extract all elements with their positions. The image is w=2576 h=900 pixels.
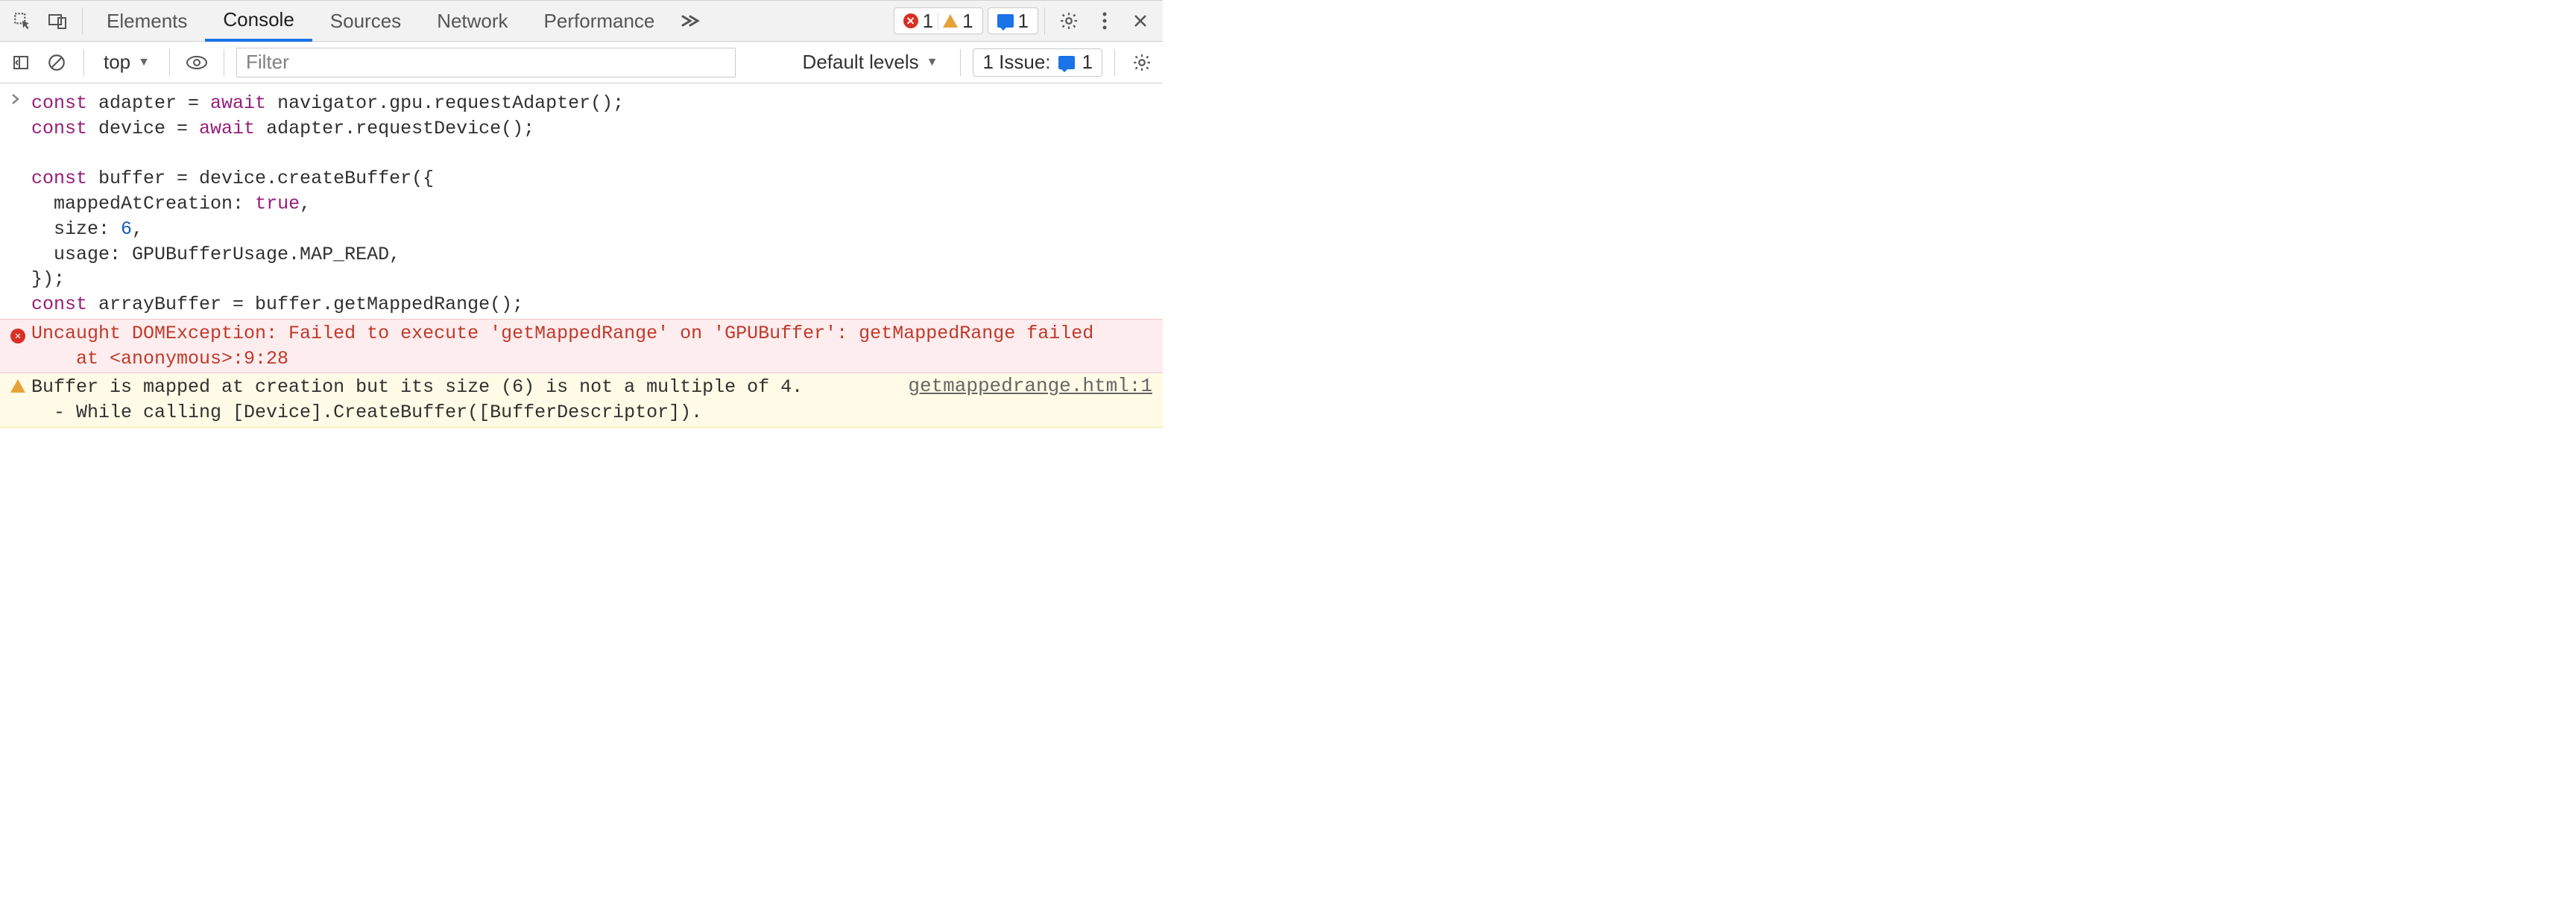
error-count: 1	[923, 10, 933, 33]
tab-label: Network	[437, 10, 508, 33]
inspect-element-icon[interactable]	[4, 0, 40, 42]
tab-label: Sources	[330, 10, 401, 33]
info-icon	[1058, 56, 1075, 69]
toggle-sidebar-icon[interactable]	[6, 42, 36, 83]
context-label: top	[104, 51, 130, 74]
input-prompt-icon	[10, 91, 31, 106]
console-warning-row[interactable]: Buffer is mapped at creation but its siz…	[0, 373, 1163, 428]
warning-icon	[943, 14, 958, 28]
issues-label: 1 Issue:	[982, 51, 1050, 74]
execution-context-select[interactable]: top ▼	[96, 51, 157, 74]
chevron-down-icon: ▼	[138, 56, 150, 69]
kebab-menu-icon[interactable]	[1087, 0, 1123, 42]
console-input-code: const adapter = await navigator.gpu.requ…	[31, 91, 1152, 317]
toggle-device-toolbar-icon[interactable]	[40, 0, 76, 42]
console-input-row[interactable]: const adapter = await navigator.gpu.requ…	[0, 89, 1163, 319]
tab-network[interactable]: Network	[419, 0, 525, 42]
tab-label: Console	[223, 8, 294, 31]
tab-label: Performance	[544, 10, 655, 33]
divider	[83, 49, 84, 76]
tab-performance[interactable]: Performance	[526, 0, 673, 42]
console-warning-text: Buffer is mapped at creation but its siz…	[31, 375, 900, 425]
settings-icon[interactable]	[1051, 0, 1087, 42]
issues-button[interactable]: 1 Issue: 1	[973, 48, 1102, 77]
chevron-down-icon: ▼	[926, 56, 938, 69]
more-tabs-button[interactable]	[672, 13, 708, 28]
console-error-text: Uncaught DOMException: Failed to execute…	[31, 321, 1152, 372]
levels-label: Default levels	[803, 51, 919, 74]
divider	[82, 7, 83, 34]
error-icon: ✕	[10, 321, 31, 345]
info-icon	[997, 14, 1014, 28]
divider	[169, 49, 170, 76]
warning-source-link[interactable]: getmappedrange.html:1	[900, 375, 1152, 397]
console-settings-icon[interactable]	[1127, 42, 1157, 83]
info-badge[interactable]: 1	[988, 7, 1038, 34]
info-count: 1	[1018, 10, 1029, 33]
devtools-topbar: Elements Console Sources Network Perform…	[0, 0, 1163, 42]
filter-input[interactable]	[236, 48, 736, 77]
error-icon: ✕	[903, 13, 918, 28]
close-icon[interactable]	[1123, 0, 1158, 42]
divider	[1114, 49, 1115, 76]
warn-count: 1	[962, 10, 973, 33]
clear-console-icon[interactable]	[42, 42, 72, 83]
divider	[1044, 7, 1045, 34]
console-toolbar: top ▼ Default levels ▼ 1 Issue: 1	[0, 42, 1163, 83]
console-output: const adapter = await navigator.gpu.requ…	[0, 83, 1163, 428]
panel-tabs: Elements Console Sources Network Perform…	[89, 0, 672, 42]
error-warn-badge[interactable]: ✕ 1 1	[894, 7, 983, 34]
live-expression-icon[interactable]	[182, 42, 212, 83]
tab-console[interactable]: Console	[205, 0, 312, 42]
tab-elements[interactable]: Elements	[89, 0, 205, 42]
warning-icon	[10, 375, 31, 399]
message-counts: ✕ 1 1 1	[894, 7, 1038, 34]
log-levels-select[interactable]: Default levels ▼	[792, 51, 949, 74]
console-error-row[interactable]: ✕ Uncaught DOMException: Failed to execu…	[0, 319, 1163, 374]
issues-count: 1	[1082, 51, 1093, 74]
tab-label: Elements	[107, 10, 187, 33]
tab-sources[interactable]: Sources	[312, 0, 419, 42]
divider	[960, 49, 961, 76]
